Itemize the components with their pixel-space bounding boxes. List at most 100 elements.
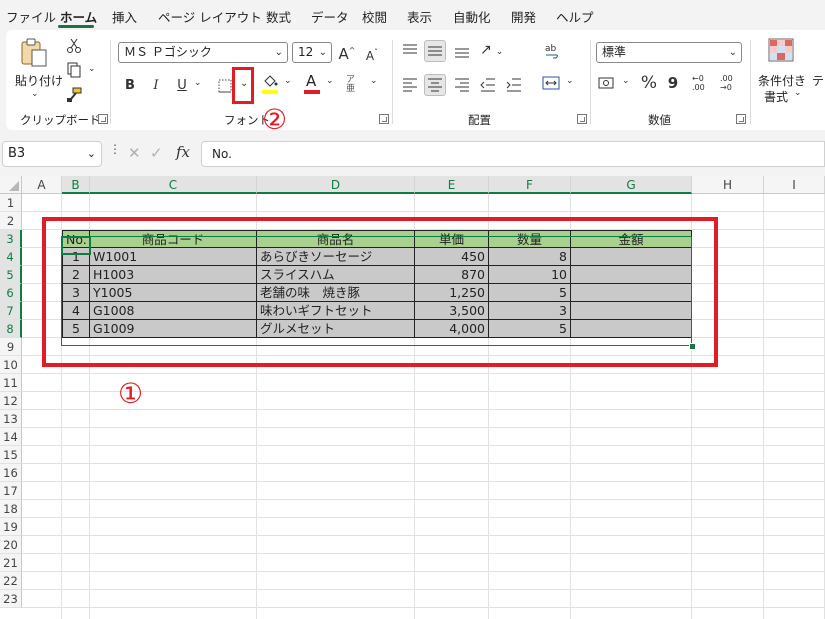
row-header[interactable]: 2: [0, 212, 22, 230]
align-middle-icon: [428, 46, 442, 56]
column-header[interactable]: A: [22, 176, 62, 194]
menu-data[interactable]: データ: [311, 7, 349, 26]
shrink-font-button[interactable]: Aˇ: [362, 44, 382, 65]
chevron-down-icon: ⌄: [88, 64, 96, 74]
wrap-text-icon[interactable]: ab: [544, 42, 560, 60]
grow-font-button[interactable]: A^: [337, 42, 357, 63]
row-header[interactable]: 21: [0, 554, 22, 572]
cancel-icon[interactable]: ✕: [128, 144, 141, 162]
column-header[interactable]: G: [571, 176, 692, 194]
paste-button[interactable]: 貼り付け ⌄: [12, 38, 63, 100]
accounting-format-button[interactable]: ⌄: [598, 76, 634, 94]
row-header[interactable]: 17: [0, 482, 22, 500]
enter-icon[interactable]: ✓: [150, 144, 163, 162]
column-header[interactable]: D: [257, 176, 415, 194]
increase-indent-icon[interactable]: [506, 78, 522, 92]
menu-automate[interactable]: 自動化: [453, 7, 491, 26]
bold-button[interactable]: B: [122, 77, 138, 95]
menu-home[interactable]: ホーム: [60, 7, 97, 26]
conditional-format-button[interactable]: 条件付き 書式 ⌄: [756, 38, 812, 104]
font-launcher-icon[interactable]: [379, 114, 389, 124]
row-header[interactable]: 5: [0, 266, 22, 284]
align-top-icon[interactable]: [402, 44, 418, 58]
accounting-icon: [598, 77, 614, 89]
row-header[interactable]: 12: [0, 392, 22, 410]
row-header[interactable]: 8: [0, 320, 22, 338]
decrease-decimal-button[interactable]: .00 →0: [720, 74, 742, 96]
grid-line: [22, 553, 825, 554]
clipboard-launcher-icon[interactable]: [98, 114, 108, 124]
column-header[interactable]: E: [415, 176, 489, 194]
font-name-select[interactable]: ＭＳ Ｐゴシック ⌄: [118, 42, 288, 63]
cut-icon[interactable]: [66, 38, 82, 54]
borders-dropdown-button[interactable]: ⌄: [232, 67, 254, 104]
annotation-box-1: [42, 217, 718, 367]
row-header[interactable]: 23: [0, 590, 22, 608]
row-header[interactable]: 9: [0, 338, 22, 356]
increase-decimal-button[interactable]: ←0.00: [692, 74, 714, 96]
align-middle-button[interactable]: [424, 40, 446, 62]
copy-button[interactable]: ⌄: [66, 62, 100, 80]
align-right-icon[interactable]: [454, 78, 470, 92]
row-header[interactable]: 4: [0, 248, 22, 266]
font-color-button[interactable]: A ⌄: [304, 72, 338, 96]
number-format-select[interactable]: 標準 ⌄: [596, 42, 742, 63]
menu-view[interactable]: 表示: [407, 7, 432, 26]
column-header[interactable]: H: [692, 176, 764, 194]
underline-button[interactable]: U: [174, 77, 190, 95]
alignment-launcher-icon[interactable]: [577, 114, 587, 124]
menu-formulas[interactable]: 数式: [266, 7, 291, 26]
borders-icon[interactable]: [218, 79, 232, 93]
merge-icon: [542, 76, 560, 90]
menu-insert[interactable]: 挿入: [112, 7, 137, 26]
italic-button[interactable]: I: [148, 77, 164, 95]
format-as-table-label-partial[interactable]: テー: [812, 72, 825, 89]
align-left-icon[interactable]: [402, 78, 418, 92]
column-header[interactable]: B: [62, 176, 90, 194]
phonetic-button[interactable]: ア亜 ⌄: [346, 74, 386, 96]
formula-content: No.: [212, 147, 232, 161]
row-header[interactable]: 16: [0, 464, 22, 482]
percent-button[interactable]: %: [640, 74, 658, 92]
insert-function-icon[interactable]: fx: [176, 143, 190, 161]
comma-button[interactable]: 9: [666, 74, 680, 92]
column-header[interactable]: F: [489, 176, 571, 194]
orientation-button[interactable]: ↗ ⌄: [480, 42, 514, 60]
number-launcher-icon[interactable]: [736, 114, 746, 124]
fill-color-button[interactable]: ⌄: [262, 74, 296, 96]
menu-help[interactable]: ヘルプ: [556, 7, 594, 26]
row-header[interactable]: 15: [0, 446, 22, 464]
row-header[interactable]: 18: [0, 500, 22, 518]
column-header[interactable]: C: [90, 176, 257, 194]
row-header[interactable]: 20: [0, 536, 22, 554]
select-all-corner[interactable]: [0, 176, 22, 194]
name-box[interactable]: B3 ⌄: [2, 141, 102, 167]
decrease-indent-icon[interactable]: [480, 78, 496, 92]
chevron-down-icon: ⌄: [622, 76, 630, 86]
row-header[interactable]: 13: [0, 410, 22, 428]
underline-chevron-icon[interactable]: ⌄: [194, 78, 202, 88]
menu-review[interactable]: 校閲: [362, 7, 387, 26]
merge-center-button[interactable]: ⌄: [542, 76, 578, 94]
chevron-down-icon: ⌄: [794, 88, 802, 98]
align-bottom-icon[interactable]: [454, 44, 470, 58]
row-header[interactable]: 11: [0, 374, 22, 392]
row-header[interactable]: 10: [0, 356, 22, 374]
row-header[interactable]: 22: [0, 572, 22, 590]
row-header[interactable]: 3: [0, 230, 22, 248]
orientation-icon: ↗: [480, 42, 492, 58]
row-header[interactable]: 14: [0, 428, 22, 446]
menu-file[interactable]: ファイル: [6, 7, 56, 26]
row-header[interactable]: 7: [0, 302, 22, 320]
menu-developer[interactable]: 開発: [511, 7, 536, 26]
align-center-button[interactable]: [424, 74, 446, 96]
formula-input[interactable]: No.: [201, 141, 825, 167]
row-header[interactable]: 1: [0, 194, 22, 212]
column-header[interactable]: I: [764, 176, 825, 194]
more-options-icon[interactable]: ⋮: [109, 143, 121, 155]
format-painter-icon[interactable]: [66, 87, 82, 103]
font-size-select[interactable]: 12 ⌄: [292, 42, 332, 63]
menu-page-layout[interactable]: ページ レイアウト: [158, 7, 262, 26]
row-header[interactable]: 6: [0, 284, 22, 302]
row-header[interactable]: 19: [0, 518, 22, 536]
